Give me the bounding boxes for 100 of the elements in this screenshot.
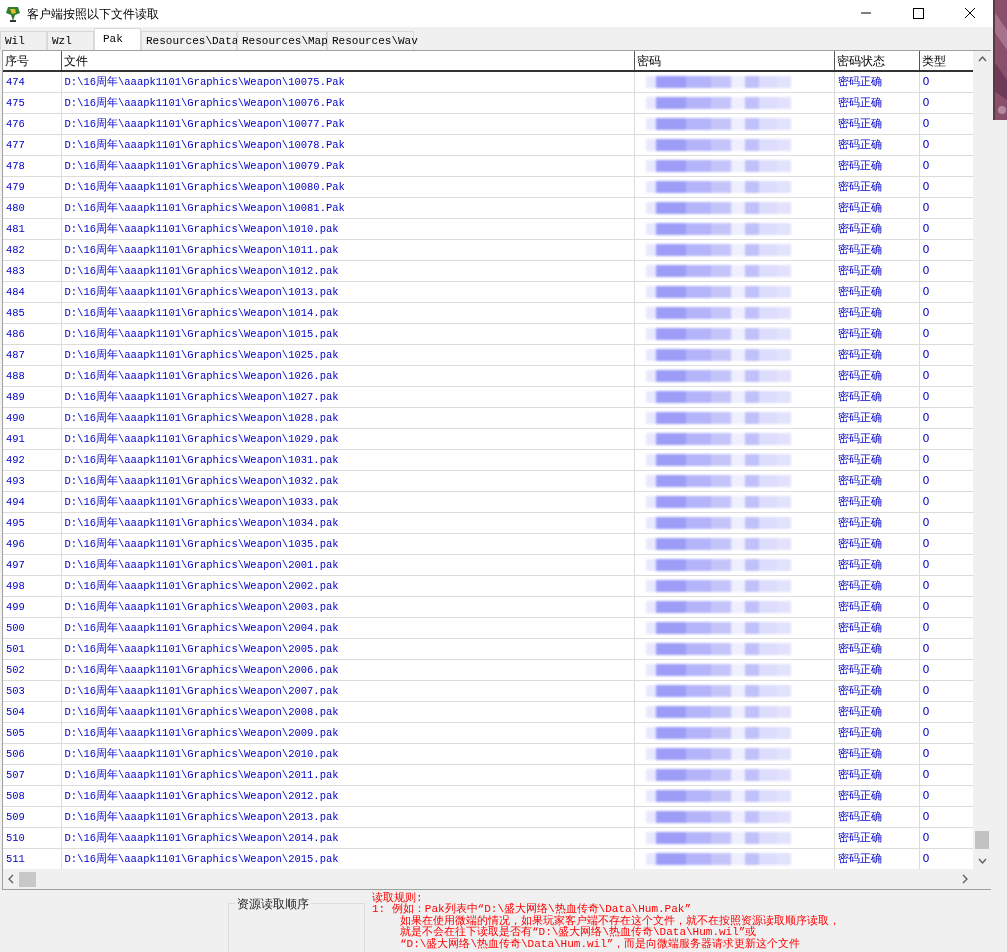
table-cell: 密码正确: [834, 386, 919, 408]
table-cell: 487: [3, 344, 61, 366]
table-cell: 497: [3, 554, 61, 576]
table-cell: D:\16周年\aaapk1101\Graphics\Weapon\1033.pak: [61, 491, 634, 513]
table-cell: D:\16周年\aaapk1101\Graphics\Weapon\2006.pak: [61, 659, 634, 681]
table-cell: 密码正确: [834, 134, 919, 156]
table-cell: 密码正确: [834, 197, 919, 219]
table-cell: D:\16周年\aaapk1101\Graphics\Weapon\10080.Pak: [61, 176, 634, 198]
table-cell: 密码正确: [834, 155, 919, 177]
table-cell: 密码正确: [834, 533, 919, 555]
table-cell: 505: [3, 722, 61, 744]
rule-text: 如果在使用微端的情况，如果玩家客户端不存在这个文件，就不在按照资源读取顺序读取，: [399, 915, 840, 927]
table-cell: 510: [3, 827, 61, 849]
table-cell: D:\16周年\aaapk1101\Graphics\Weapon\1013.pak: [61, 281, 634, 303]
table-cell: 密码正确: [834, 113, 919, 135]
window-title: 客户端按照以下文件读取: [27, 5, 159, 23]
table-cell: D:\16周年\aaapk1101\Graphics\Weapon\10075.Pak: [61, 71, 634, 93]
column-header[interactable]: 文件: [61, 51, 634, 71]
table-cell: 481: [3, 218, 61, 240]
table-cell: 484: [3, 281, 61, 303]
tab[interactable]: Pak: [94, 28, 141, 50]
table-cell: D:\16周年\aaapk1101\Graphics\Weapon\2013.pak: [61, 806, 634, 828]
maximize-icon: [912, 8, 924, 19]
table-cell: 密码正确: [834, 407, 919, 429]
table-cell: D:\16周年\aaapk1101\Graphics\Weapon\1011.pak: [61, 239, 634, 261]
table-cell: D:\16周年\aaapk1101\Graphics\Weapon\1026.pak: [61, 365, 634, 387]
table-cell: 密码正确: [834, 806, 919, 828]
table-cell: 密码正确: [834, 281, 919, 303]
rule-text: 读取规则:: [372, 893, 424, 904]
table-cell: 495: [3, 512, 61, 534]
table-cell: 489: [3, 386, 61, 408]
table-cell: 499: [3, 596, 61, 618]
table-cell: 480: [3, 197, 61, 219]
table-cell: 482: [3, 239, 61, 261]
table-cell: 密码正确: [834, 638, 919, 660]
table-cell: D:\16周年\aaapk1101\Graphics\Weapon\1012.pak: [61, 260, 634, 282]
horizontal-scrollbar[interactable]: [3, 869, 991, 889]
scrollbar-thumb[interactable]: [19, 871, 36, 887]
table-cell: 密码正确: [834, 176, 919, 198]
table-cell: D:\16周年\aaapk1101\Graphics\Weapon\2004.pak: [61, 617, 634, 639]
table-cell: D:\16周年\aaapk1101\Graphics\Weapon\2012.pak: [61, 785, 634, 807]
table-cell: 478: [3, 155, 61, 177]
table-cell: 密码正确: [834, 344, 919, 366]
table-cell: 密码正确: [834, 743, 919, 765]
column-header[interactable]: 密码: [634, 51, 834, 71]
table-cell: 506: [3, 743, 61, 765]
table-cell: 密码正确: [834, 827, 919, 849]
tab[interactable]: Wzl: [47, 31, 94, 50]
table-cell: 509: [3, 806, 61, 828]
table-cell: 密码正确: [834, 92, 919, 114]
table-cell: D:\16周年\aaapk1101\Graphics\Weapon\2010.pak: [61, 743, 634, 765]
table-cell: 密码正确: [834, 617, 919, 639]
table-cell: 密码正确: [834, 722, 919, 744]
table-cell: D:\16周年\aaapk1101\Graphics\Weapon\2009.pak: [61, 722, 634, 744]
table-cell: D:\16周年\aaapk1101\Graphics\Weapon\1032.pak: [61, 470, 634, 492]
tab[interactable]: Resources\Map: [237, 31, 327, 50]
table-cell: D:\16周年\aaapk1101\Graphics\Weapon\10077.Pak: [61, 113, 634, 135]
table-cell: 483: [3, 260, 61, 282]
table-cell: 501: [3, 638, 61, 660]
tab[interactable]: Wil: [0, 31, 47, 50]
table-cell: 488: [3, 365, 61, 387]
table-cell: D:\16周年\aaapk1101\Graphics\Weapon\1029.pak: [61, 428, 634, 450]
table-cell: 492: [3, 449, 61, 471]
table-cell: D:\16周年\aaapk1101\Graphics\Weapon\2001.pak: [61, 554, 634, 576]
table-cell: D:\16周年\aaapk1101\Graphics\Weapon\2008.pak: [61, 701, 634, 723]
table-cell: D:\16周年\aaapk1101\Graphics\Weapon\2014.pak: [61, 827, 634, 849]
table-cell: 密码正确: [834, 365, 919, 387]
table-cell: 密码正确: [834, 449, 919, 471]
table-cell: 503: [3, 680, 61, 702]
table-cell: 密码正确: [834, 239, 919, 261]
table-cell: 491: [3, 428, 61, 450]
table-cell: D:\16周年\aaapk1101\Graphics\Weapon\1015.pak: [61, 323, 634, 345]
table-cell: D:\16周年\aaapk1101\Graphics\Weapon\2007.pak: [61, 680, 634, 702]
table-cell: 502: [3, 659, 61, 681]
rule-text: 就是不会在往下读取是否有“D:\盛大网络\热血传奇\Data\Hum.wil”或: [399, 927, 757, 939]
table-cell: 密码正确: [834, 218, 919, 240]
table-cell: 504: [3, 701, 61, 723]
table-cell: 476: [3, 113, 61, 135]
table-cell: 486: [3, 323, 61, 345]
table-cell: 密码正确: [834, 701, 919, 723]
table-cell: 密码正确: [834, 71, 919, 93]
table-cell: 493: [3, 470, 61, 492]
column-header[interactable]: 密码状态: [834, 51, 919, 71]
table-cell: 485: [3, 302, 61, 324]
tab[interactable]: Resources\Data: [141, 31, 237, 50]
table-cell: 密码正确: [834, 428, 919, 450]
table-cell: D:\16周年\aaapk1101\Graphics\Weapon\10076.Pak: [61, 92, 634, 114]
app-icon: [5, 4, 21, 23]
table-cell: 密码正确: [834, 470, 919, 492]
table-cell: 密码正确: [834, 764, 919, 786]
table-cell: D:\16周年\aaapk1101\Graphics\Weapon\10078.Pak: [61, 134, 634, 156]
table-cell: 475: [3, 92, 61, 114]
column-header[interactable]: 序号: [3, 51, 61, 71]
table-cell: D:\16周年\aaapk1101\Graphics\Weapon\1028.pak: [61, 407, 634, 429]
table-cell: D:\16周年\aaapk1101\Graphics\Weapon\1010.pak: [61, 218, 634, 240]
table-cell: 500: [3, 617, 61, 639]
table-cell: 496: [3, 533, 61, 555]
table-cell: D:\16周年\aaapk1101\Graphics\Weapon\1014.pak: [61, 302, 634, 324]
scrollbar-thumb[interactable]: [975, 831, 989, 849]
table-cell: 密码正确: [834, 260, 919, 282]
